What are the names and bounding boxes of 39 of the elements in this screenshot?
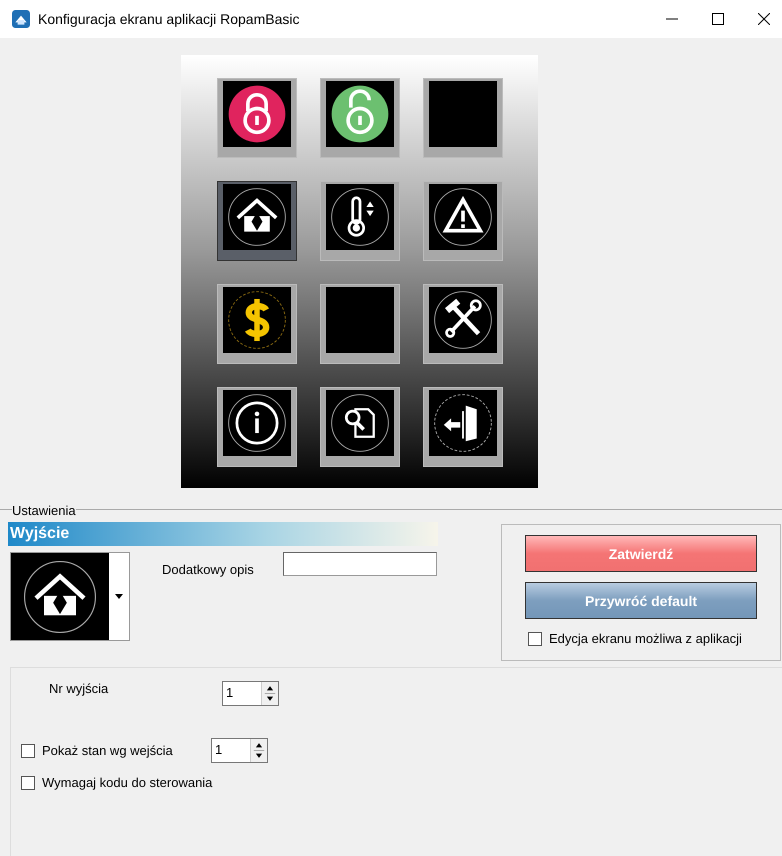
- icon-tile[interactable]: [423, 284, 503, 364]
- checkbox-label: Edycja ekranu możliwa z aplikacji: [549, 631, 742, 646]
- icon-tile[interactable]: [320, 78, 400, 158]
- group-label: Ustawienia: [12, 503, 76, 518]
- section-header: Wyjście: [8, 522, 438, 546]
- house-icon: [225, 185, 289, 249]
- icon-tile[interactable]: [217, 181, 297, 261]
- icon-tile[interactable]: [423, 387, 503, 467]
- output-number-label: Nr wyjścia: [49, 681, 110, 696]
- app-icon: [12, 10, 30, 28]
- checkbox[interactable]: [21, 776, 35, 790]
- description-field[interactable]: [283, 552, 437, 576]
- close-icon[interactable]: [758, 13, 770, 25]
- warning-icon: [431, 185, 495, 249]
- icon-tile[interactable]: [320, 181, 400, 261]
- checkbox[interactable]: [528, 632, 542, 646]
- dropdown-arrow-icon: [115, 594, 123, 599]
- dollar-icon: [225, 288, 289, 352]
- icon-tile[interactable]: [320, 284, 400, 364]
- checkbox[interactable]: [21, 744, 35, 758]
- checkbox-label: Pokaż stan wg wejścia: [42, 743, 173, 758]
- icon-tile[interactable]: [217, 387, 297, 467]
- exit-door-icon: [431, 391, 495, 455]
- icon-tile[interactable]: [217, 78, 297, 158]
- window-title: Konfiguracja ekranu aplikacji RopamBasic: [38, 11, 300, 27]
- spin-field[interactable]: 1: [211, 738, 268, 763]
- document-search-icon: [328, 391, 392, 455]
- icon-tile[interactable]: [217, 284, 297, 364]
- icon-tile[interactable]: [423, 181, 503, 261]
- icon-tile[interactable]: [320, 387, 400, 467]
- info-icon: [225, 391, 289, 455]
- description-label: Dodatkowy opis: [162, 562, 255, 577]
- checkbox-label: Wymagaj kodu do sterowania: [42, 775, 212, 790]
- maximize-icon[interactable]: [712, 13, 724, 25]
- thermometer-icon: [328, 185, 392, 249]
- icon-tile[interactable]: [423, 78, 503, 158]
- icon-picker[interactable]: [10, 552, 130, 641]
- tools-icon: [431, 288, 495, 352]
- spin-field[interactable]: 1: [222, 681, 279, 706]
